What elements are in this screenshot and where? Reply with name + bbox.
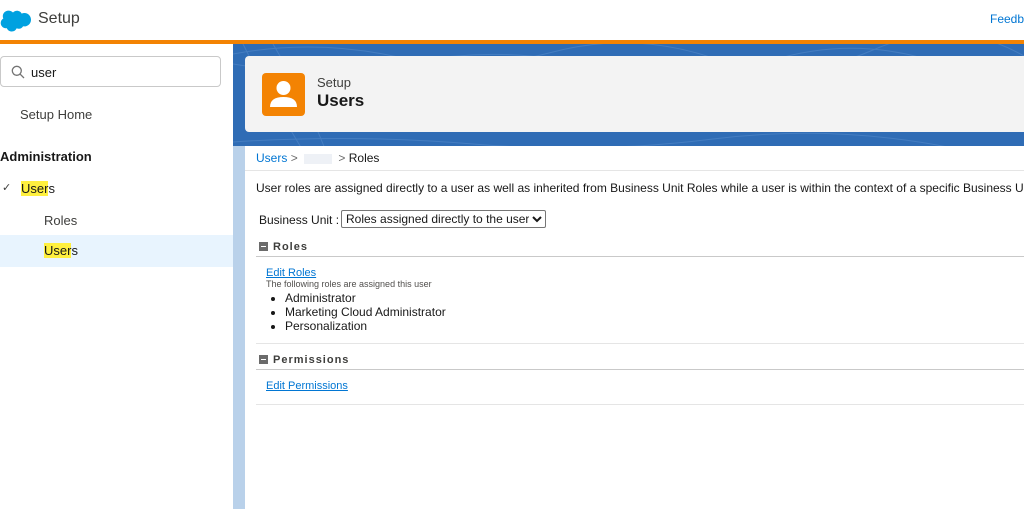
content-panel: Users > > Roles User roles are assigned … bbox=[245, 146, 1024, 509]
salesforce-cloud-icon[interactable] bbox=[0, 8, 32, 32]
permissions-section-header[interactable]: Permissions bbox=[259, 354, 349, 366]
divider bbox=[256, 256, 1024, 257]
business-unit-label: Business Unit : bbox=[259, 213, 340, 227]
breadcrumb-current: Roles bbox=[348, 151, 380, 165]
collapse-icon[interactable] bbox=[259, 241, 268, 251]
sidebar-item-users[interactable]: ✓ Users bbox=[0, 178, 233, 200]
list-item: Personalization bbox=[285, 319, 446, 333]
roles-section-header[interactable]: Roles bbox=[259, 241, 308, 253]
sidebar: Setup Home Administration ✓ Users Roles … bbox=[0, 44, 233, 509]
page-header: Setup Users bbox=[245, 56, 1024, 132]
sidebar-item-roles[interactable]: Roles bbox=[44, 213, 77, 228]
roles-help-text: The following roles are assigned this us… bbox=[266, 279, 432, 289]
divider bbox=[256, 343, 1024, 344]
divider bbox=[256, 404, 1024, 405]
collapse-icon[interactable] bbox=[259, 354, 268, 364]
edit-permissions-link[interactable]: Edit Permissions bbox=[266, 380, 348, 392]
list-item: Marketing Cloud Administrator bbox=[285, 305, 446, 319]
divider bbox=[256, 369, 1024, 370]
sidebar-item-users-sub-label: Users bbox=[44, 243, 78, 258]
sidebar-item-users-sub[interactable]: Users bbox=[0, 235, 233, 267]
breadcrumb: Users > > Roles bbox=[256, 151, 379, 165]
breadcrumb-separator: > bbox=[338, 151, 346, 165]
sidebar-item-users-label: Users bbox=[21, 181, 55, 196]
top-bar: Setup Feedb bbox=[0, 0, 1024, 40]
search-input[interactable] bbox=[31, 62, 211, 82]
app-title[interactable]: Setup bbox=[38, 10, 80, 28]
roles-list: Administrator Marketing Cloud Administra… bbox=[285, 291, 446, 333]
business-unit-select[interactable]: Roles assigned directly to the user bbox=[341, 210, 546, 228]
page-subtitle: Setup bbox=[317, 75, 351, 90]
breadcrumb-users[interactable]: Users bbox=[256, 151, 287, 165]
breadcrumb-redacted bbox=[304, 153, 333, 164]
sidebar-section-administration: Administration bbox=[0, 149, 92, 164]
sidebar-item-setup-home[interactable]: Setup Home bbox=[20, 107, 92, 122]
search-icon bbox=[11, 65, 25, 79]
divider bbox=[245, 170, 1024, 171]
description-text: User roles are assigned directly to a us… bbox=[256, 181, 1024, 195]
feedback-link[interactable]: Feedb bbox=[990, 12, 1024, 26]
user-icon bbox=[262, 73, 305, 116]
chevron-down-icon[interactable]: ✓ bbox=[2, 181, 11, 194]
breadcrumb-separator: > bbox=[290, 151, 298, 165]
page-title: Users bbox=[317, 91, 365, 110]
quick-find-search[interactable] bbox=[0, 56, 221, 87]
edit-roles-link[interactable]: Edit Roles bbox=[266, 267, 316, 279]
left-strip bbox=[233, 146, 245, 509]
list-item: Administrator bbox=[285, 291, 446, 305]
